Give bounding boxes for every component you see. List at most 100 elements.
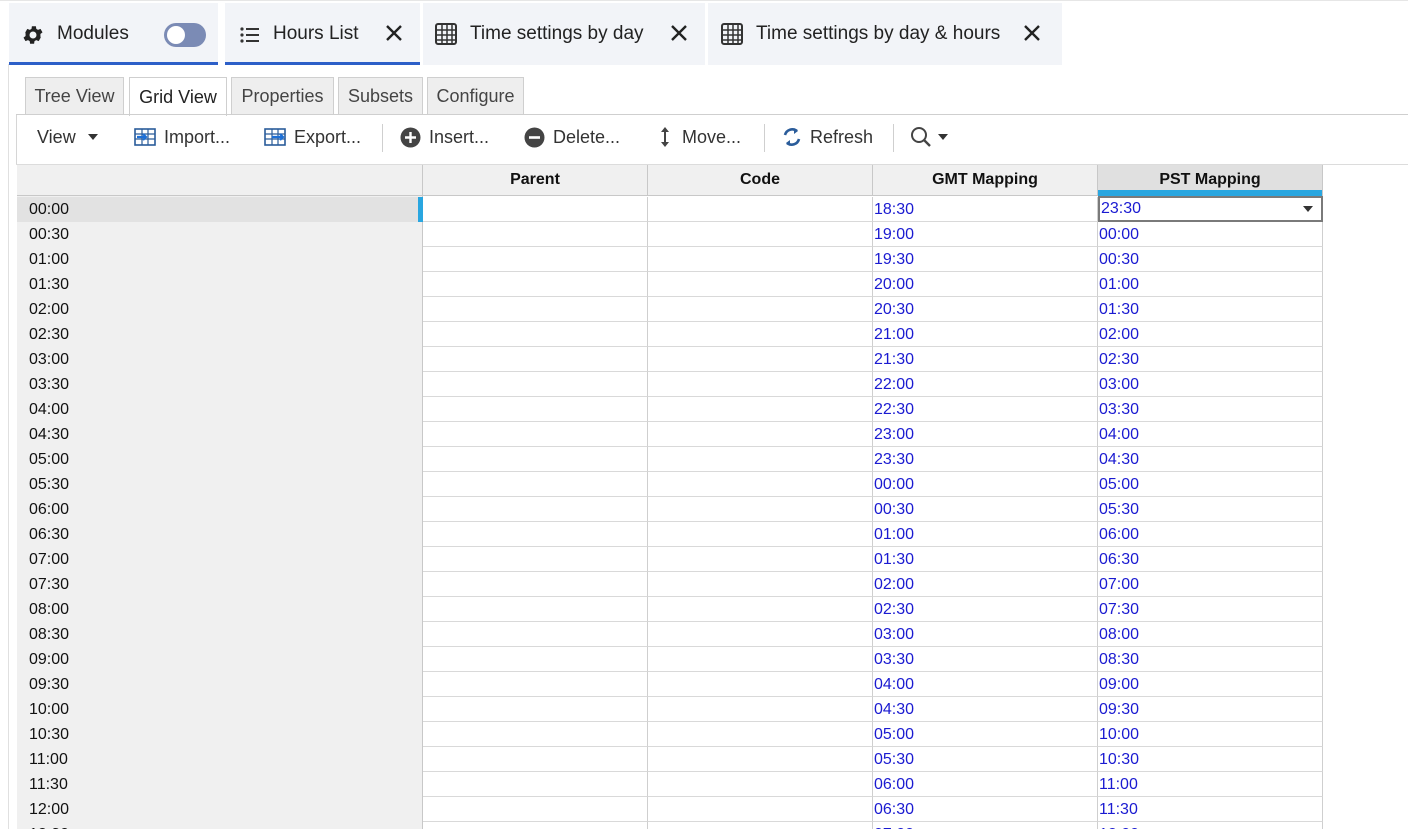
tab-modules[interactable]: Modules xyxy=(9,3,218,65)
cell-code[interactable] xyxy=(648,722,873,747)
cell-parent[interactable] xyxy=(423,222,648,247)
insert-button[interactable]: Insert... xyxy=(400,115,489,159)
cell-parent[interactable] xyxy=(423,772,648,797)
row-header[interactable]: 00:30 xyxy=(17,222,423,247)
cell-parent[interactable] xyxy=(423,697,648,722)
tab-time-settings-by-day[interactable]: Time settings by day xyxy=(423,3,705,65)
cell-parent[interactable] xyxy=(423,672,648,697)
cell-gmt-mapping[interactable]: 00:30 xyxy=(873,497,1098,522)
cell-pst-mapping[interactable]: 06:00 xyxy=(1098,522,1323,547)
cell-gmt-mapping[interactable]: 02:00 xyxy=(873,572,1098,597)
cell-pst-mapping[interactable]: 04:30 xyxy=(1098,447,1323,472)
cell-code[interactable] xyxy=(648,822,873,829)
row-header[interactable]: 03:30 xyxy=(17,372,423,397)
cell-parent[interactable] xyxy=(423,722,648,747)
cell-code[interactable] xyxy=(648,522,873,547)
cell-gmt-mapping[interactable]: 03:30 xyxy=(873,647,1098,672)
cell-parent[interactable] xyxy=(423,247,648,272)
move-button[interactable]: Move... xyxy=(660,115,741,159)
cell-code[interactable] xyxy=(648,422,873,447)
cell-gmt-mapping[interactable]: 19:00 xyxy=(873,222,1098,247)
row-header[interactable]: 00:00 xyxy=(17,197,424,222)
cell-pst-mapping[interactable]: 00:30 xyxy=(1098,247,1323,272)
cell-code[interactable] xyxy=(648,347,873,372)
row-header[interactable]: 05:30 xyxy=(17,472,423,497)
cell-parent[interactable] xyxy=(423,497,648,522)
close-icon[interactable] xyxy=(1020,21,1044,45)
cell-gmt-mapping[interactable]: 07:00 xyxy=(873,822,1098,829)
cell-code[interactable] xyxy=(648,697,873,722)
cell-code[interactable] xyxy=(648,447,873,472)
close-icon[interactable] xyxy=(667,21,691,45)
cell-parent[interactable] xyxy=(423,422,648,447)
cell-code[interactable] xyxy=(648,597,873,622)
tab-hours-list[interactable]: Hours List xyxy=(225,3,420,65)
cell-parent[interactable] xyxy=(423,647,648,672)
column-header-gmt-mapping[interactable]: GMT Mapping xyxy=(873,165,1098,196)
cell-code[interactable] xyxy=(648,747,873,772)
cell-code[interactable] xyxy=(648,247,873,272)
cell-pst-mapping[interactable]: 10:00 xyxy=(1098,722,1323,747)
cell-code[interactable] xyxy=(648,197,873,222)
cell-parent[interactable] xyxy=(423,522,648,547)
cell-code[interactable] xyxy=(648,272,873,297)
tab-configure[interactable]: Configure xyxy=(427,77,524,115)
row-header[interactable]: 05:00 xyxy=(17,447,423,472)
cell-pst-mapping[interactable]: 04:00 xyxy=(1098,422,1323,447)
cell-parent[interactable] xyxy=(423,547,648,572)
cell-code[interactable] xyxy=(648,547,873,572)
cell-parent[interactable] xyxy=(423,347,648,372)
row-header[interactable]: 02:30 xyxy=(17,322,423,347)
column-header-parent[interactable]: Parent xyxy=(423,165,648,196)
row-header[interactable]: 10:30 xyxy=(17,722,423,747)
cell-gmt-mapping[interactable]: 21:00 xyxy=(873,322,1098,347)
row-header[interactable]: 04:30 xyxy=(17,422,423,447)
cell-code[interactable] xyxy=(648,222,873,247)
view-menu-button[interactable]: View xyxy=(37,115,106,159)
row-header[interactable]: 12:00 xyxy=(17,797,423,822)
cell-code[interactable] xyxy=(648,672,873,697)
cell-code[interactable] xyxy=(648,372,873,397)
cell-pst-mapping[interactable]: 11:30 xyxy=(1098,797,1323,822)
cell-gmt-mapping[interactable]: 20:30 xyxy=(873,297,1098,322)
cell-code[interactable] xyxy=(648,397,873,422)
cell-gmt-mapping[interactable]: 20:00 xyxy=(873,272,1098,297)
cell-parent[interactable] xyxy=(423,447,648,472)
close-icon[interactable] xyxy=(382,21,406,45)
cell-parent[interactable] xyxy=(423,397,648,422)
modules-toggle[interactable] xyxy=(164,23,206,47)
row-header[interactable]: 10:00 xyxy=(17,697,423,722)
delete-button[interactable]: Delete... xyxy=(524,115,620,159)
cell-pst-mapping[interactable]: 07:00 xyxy=(1098,572,1323,597)
cell-code[interactable] xyxy=(648,797,873,822)
tab-subsets[interactable]: Subsets xyxy=(338,77,423,115)
row-header[interactable]: 12:30 xyxy=(17,822,423,829)
cell-pst-mapping[interactable]: 10:30 xyxy=(1098,747,1323,772)
column-header-code[interactable]: Code xyxy=(648,165,873,196)
export-button[interactable]: Export... xyxy=(264,115,361,159)
cell-code[interactable] xyxy=(648,497,873,522)
cell-parent[interactable] xyxy=(423,747,648,772)
cell-parent[interactable] xyxy=(423,597,648,622)
row-header[interactable]: 03:00 xyxy=(17,347,423,372)
row-header[interactable]: 01:00 xyxy=(17,247,423,272)
cell-parent[interactable] xyxy=(423,297,648,322)
cell-gmt-mapping[interactable]: 03:00 xyxy=(873,622,1098,647)
cell-gmt-mapping[interactable]: 06:30 xyxy=(873,797,1098,822)
tab-grid-view[interactable]: Grid View xyxy=(129,77,227,116)
cell-pst-mapping[interactable]: 02:00 xyxy=(1098,322,1323,347)
cell-gmt-mapping[interactable]: 02:30 xyxy=(873,597,1098,622)
cell-gmt-mapping[interactable]: 04:00 xyxy=(873,672,1098,697)
cell-pst-mapping[interactable]: 01:30 xyxy=(1098,297,1323,322)
cell-code[interactable] xyxy=(648,622,873,647)
row-header[interactable]: 11:00 xyxy=(17,747,423,772)
cell-parent[interactable] xyxy=(423,472,648,497)
cell-code[interactable] xyxy=(648,322,873,347)
cell-gmt-mapping[interactable]: 06:00 xyxy=(873,772,1098,797)
cell-pst-mapping[interactable]: 05:00 xyxy=(1098,472,1323,497)
cell-pst-mapping[interactable]: 03:30 xyxy=(1098,397,1323,422)
row-header[interactable]: 08:30 xyxy=(17,622,423,647)
dropdown-arrow-icon[interactable] xyxy=(1303,206,1313,212)
cell-gmt-mapping[interactable]: 22:30 xyxy=(873,397,1098,422)
cell-pst-mapping[interactable]: 12:00 xyxy=(1098,822,1323,829)
